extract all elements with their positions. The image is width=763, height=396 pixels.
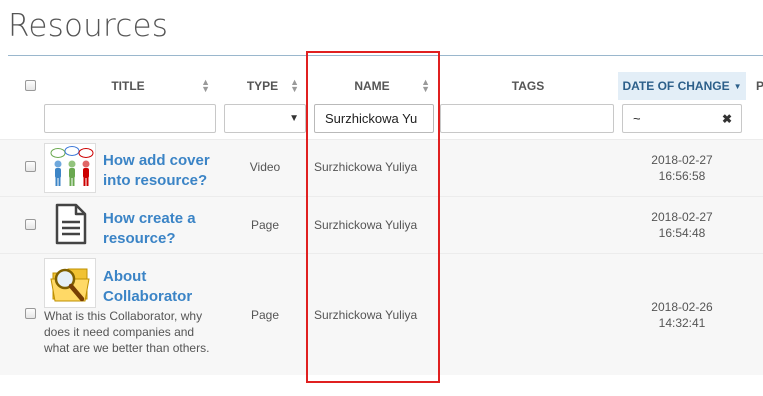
sort-icon: ▲ ▼	[290, 77, 299, 94]
date-filter-input[interactable]: ~ ✖	[622, 104, 742, 133]
type-cell: Page	[250, 218, 280, 232]
column-header-title[interactable]: TITLE ▲ ▼	[40, 72, 216, 100]
dropdown-arrow-icon: ▼	[289, 113, 299, 124]
folder-magnifier-icon	[44, 258, 96, 308]
row-checkbox[interactable]	[25, 308, 36, 319]
resource-title-link[interactable]: How create a resource?	[103, 209, 196, 249]
row-checkbox[interactable]	[25, 161, 36, 172]
sort-icon: ▲ ▼	[201, 77, 210, 94]
column-header-type[interactable]: TYPE ▲ ▼	[220, 72, 305, 100]
people-chat-icon	[44, 143, 96, 193]
tags-filter-input[interactable]	[440, 104, 614, 133]
row-checkbox[interactable]	[25, 219, 36, 230]
resource-description: What is this Collaborator, why does it n…	[44, 309, 210, 355]
column-header-next[interactable]: P	[751, 72, 763, 100]
resource-title-link[interactable]: How add cover into resource?	[103, 151, 210, 191]
sort-desc-icon: ▼	[733, 81, 742, 91]
type-cell: Page	[250, 308, 280, 322]
title-filter-input[interactable]	[44, 104, 216, 133]
select-all-checkbox[interactable]	[25, 80, 36, 91]
page-title: Resources	[8, 8, 169, 44]
type-filter-select[interactable]: ▼	[224, 104, 306, 133]
column-header-date-of-change[interactable]: DATE OF CHANGE ▼	[618, 72, 746, 100]
date-cell: 2018-02-27 16:54:48	[651, 210, 713, 240]
column-header-tags: TAGS	[511, 79, 545, 93]
document-icon	[44, 200, 96, 250]
type-cell: Video	[249, 160, 281, 174]
date-cell: 2018-02-26 14:32:41	[651, 300, 713, 330]
name-column-highlight-box	[306, 51, 440, 383]
resource-title-link[interactable]: About Collaborator	[103, 267, 192, 307]
date-cell: 2018-02-27 16:56:58	[651, 153, 713, 183]
clear-icon[interactable]: ✖	[722, 112, 732, 126]
